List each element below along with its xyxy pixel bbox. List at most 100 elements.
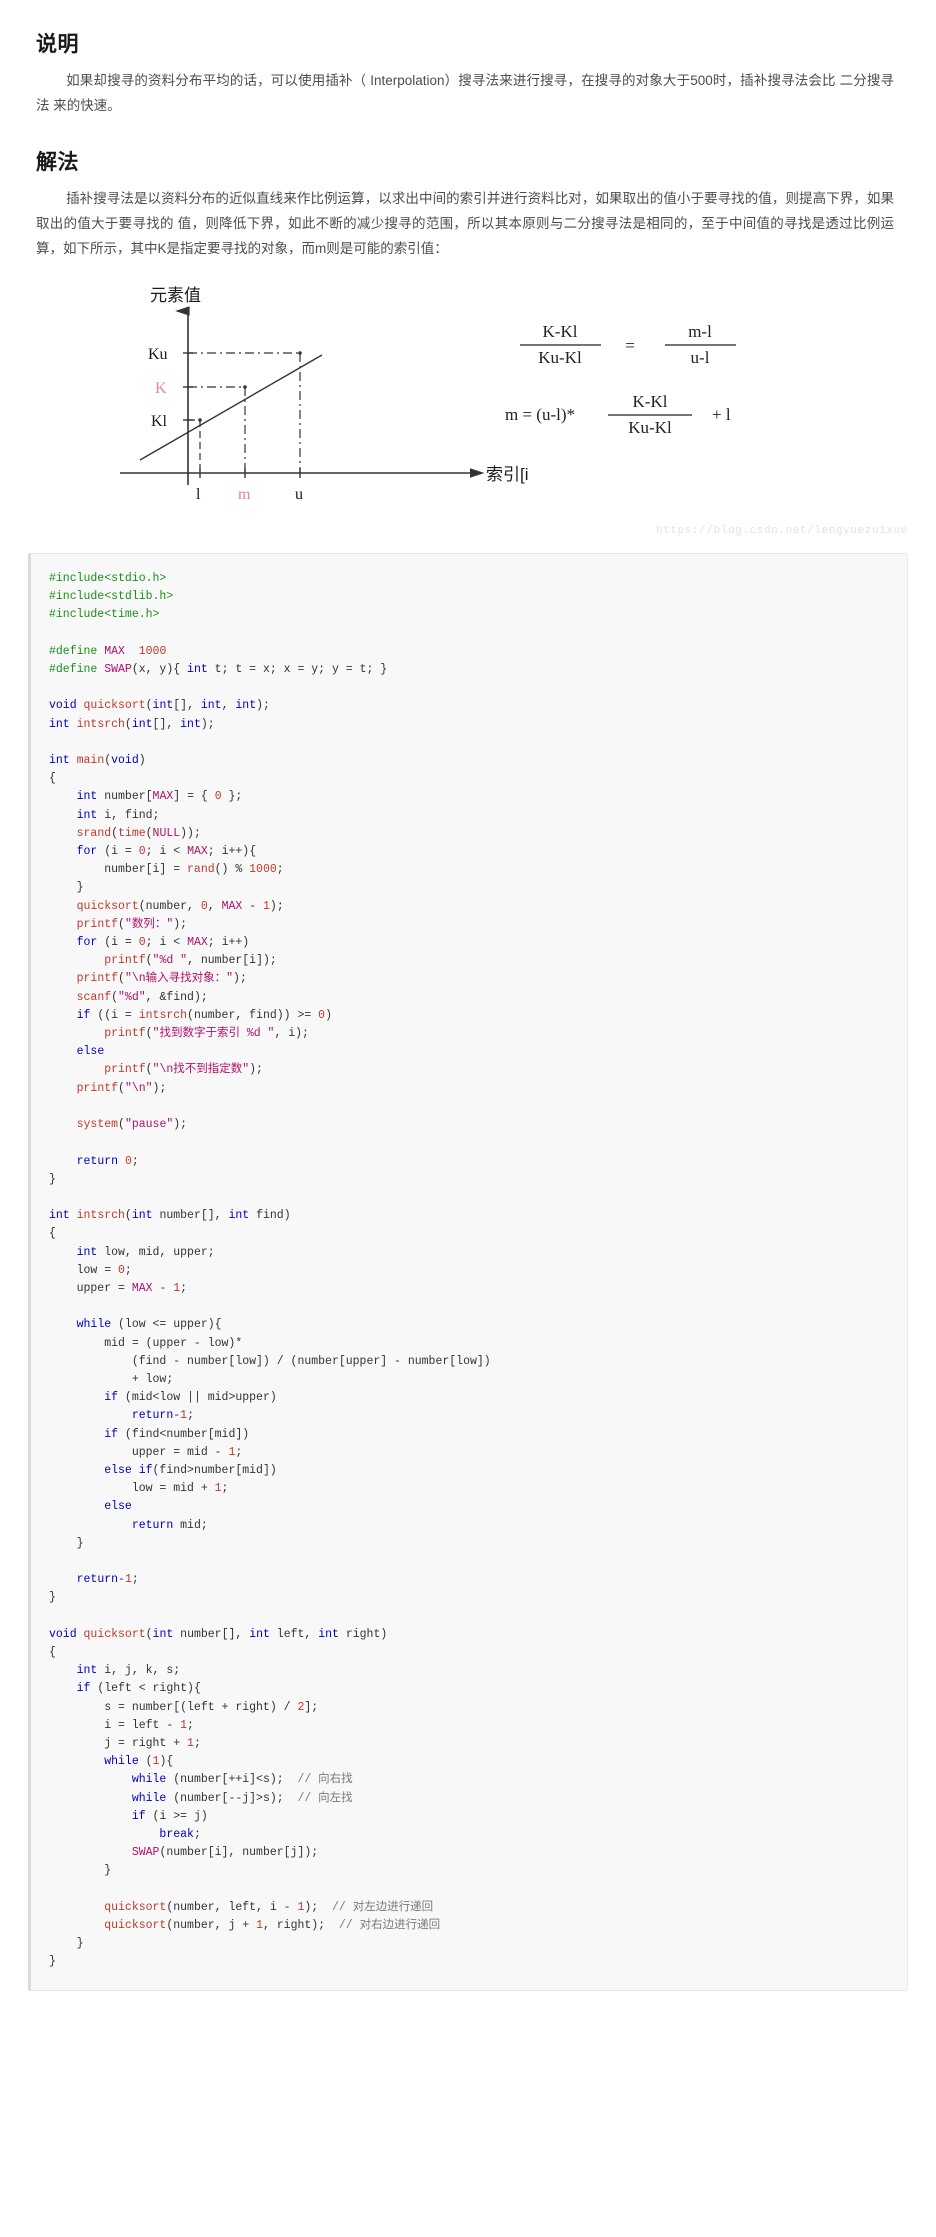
code-token: else bbox=[104, 1500, 132, 1514]
point-l bbox=[198, 418, 202, 422]
code-token: ); bbox=[233, 972, 247, 986]
code-token: ( bbox=[145, 1627, 153, 1641]
code-token: ); bbox=[173, 1118, 188, 1132]
code-token: mid = (upper - low)* bbox=[49, 1336, 243, 1350]
code-token: number[], bbox=[173, 1627, 250, 1641]
code-token: ) bbox=[325, 1008, 332, 1022]
code-token: ; i++){ bbox=[207, 845, 257, 859]
code-token: ; bbox=[193, 1828, 201, 1842]
code-token: ); bbox=[152, 1081, 167, 1095]
code-token: while bbox=[76, 1318, 112, 1332]
code-token: #include bbox=[49, 572, 105, 585]
code-token: for bbox=[76, 936, 98, 950]
code-token: int bbox=[76, 1664, 98, 1678]
code-token: } bbox=[49, 1955, 56, 1969]
code-token: #define bbox=[49, 663, 105, 677]
code-token: ( bbox=[145, 1063, 153, 1077]
code-token: <time.h> bbox=[104, 608, 160, 622]
code-token: { bbox=[49, 1645, 56, 1659]
code-token: (find>number[mid]) bbox=[152, 1463, 277, 1477]
code-token: // 对右边进行递回 bbox=[338, 1919, 441, 1933]
code-token: (number, find)) >= bbox=[187, 1008, 319, 1022]
code-token: (i >= j) bbox=[145, 1809, 208, 1823]
formula1-right-numerator: m-l bbox=[688, 322, 712, 341]
code-token: ( bbox=[118, 972, 125, 986]
code-block[interactable]: #include<stdio.h> #include<stdlib.h> #in… bbox=[28, 553, 908, 1991]
code-token: ( bbox=[118, 1081, 125, 1095]
code-token: 1000 bbox=[138, 644, 167, 658]
code-token: s = number[(left + right) / bbox=[49, 1700, 298, 1714]
code-token: int bbox=[131, 717, 153, 731]
formula-mid-index: m = (u-l)* K-Kl Ku-Kl + l bbox=[505, 392, 731, 437]
code-token: int bbox=[49, 717, 77, 731]
section-paragraph-explanation: 如果却搜寻的资料分布平均的话，可以使用插补（ Interpolation）搜寻法… bbox=[36, 68, 894, 118]
code-token: ); bbox=[304, 1900, 332, 1914]
code-token: 0 bbox=[214, 790, 222, 804]
code-token: ; bbox=[187, 1409, 194, 1423]
code-token: if bbox=[131, 1809, 146, 1823]
code-token: (x, y){ bbox=[131, 663, 188, 677]
code-token: ( bbox=[145, 1027, 153, 1041]
code-token: i = left - bbox=[49, 1718, 181, 1732]
code-token: printf bbox=[104, 1027, 146, 1041]
code-token: "\n找不到指定数" bbox=[152, 1063, 250, 1077]
code-token: for bbox=[76, 845, 98, 859]
code-token: (find<number[mid]) bbox=[118, 1427, 250, 1441]
code-token: ){ bbox=[159, 1755, 174, 1769]
code-token: upper = bbox=[49, 1281, 132, 1295]
code-token: else if bbox=[104, 1463, 153, 1477]
code-token: #include bbox=[49, 608, 105, 622]
code-token: ; bbox=[193, 1737, 201, 1750]
code-token: ] = { bbox=[173, 790, 215, 804]
code-token: 1 bbox=[214, 1482, 222, 1496]
code-token: int bbox=[76, 1245, 98, 1259]
code-token: printf bbox=[104, 954, 146, 968]
code-token: "数列：" bbox=[124, 917, 174, 931]
code-token: quicksort bbox=[104, 1900, 167, 1914]
code-token: int bbox=[249, 1627, 270, 1641]
code-token: break bbox=[159, 1828, 194, 1842]
code-token: intsrch bbox=[138, 1008, 188, 1022]
code-token: - bbox=[242, 899, 264, 913]
code-token: } bbox=[49, 1937, 84, 1951]
code-token: mid; bbox=[173, 1518, 208, 1532]
code-token: low = bbox=[49, 1263, 119, 1277]
code-token: 0 bbox=[118, 1263, 125, 1277]
code-token: number[ bbox=[97, 790, 153, 804]
section-heading-explanation: 说明 bbox=[36, 33, 79, 56]
code-token: i, j, k, s; bbox=[97, 1664, 181, 1678]
code-token: ; i < bbox=[145, 936, 188, 950]
code-token: }; bbox=[221, 790, 243, 804]
code-token: NULL bbox=[152, 826, 181, 840]
code-token: (i = bbox=[97, 845, 139, 859]
code-token: int bbox=[200, 699, 222, 713]
x-tick-label-u: u bbox=[295, 486, 303, 503]
code-token: } bbox=[49, 1864, 112, 1878]
code-token: (i = bbox=[97, 936, 139, 950]
code-token: ; i++) bbox=[207, 936, 250, 950]
code-token: upper = mid - bbox=[49, 1445, 229, 1459]
code-token: ; bbox=[131, 1573, 139, 1587]
code-token: i, find; bbox=[97, 808, 160, 822]
code-token: int bbox=[49, 1209, 77, 1223]
code-token: - bbox=[118, 1573, 125, 1587]
code-content[interactable]: #include<stdio.h> #include<stdlib.h> #in… bbox=[31, 570, 907, 1972]
section-paragraph-solution: 插补搜寻法是以资料分布的近似直线来作比例运算，以求出中间的索引并进行资料比对，如… bbox=[36, 186, 894, 261]
code-token: "%d" bbox=[118, 990, 146, 1004]
code-token: MAX bbox=[221, 899, 243, 913]
